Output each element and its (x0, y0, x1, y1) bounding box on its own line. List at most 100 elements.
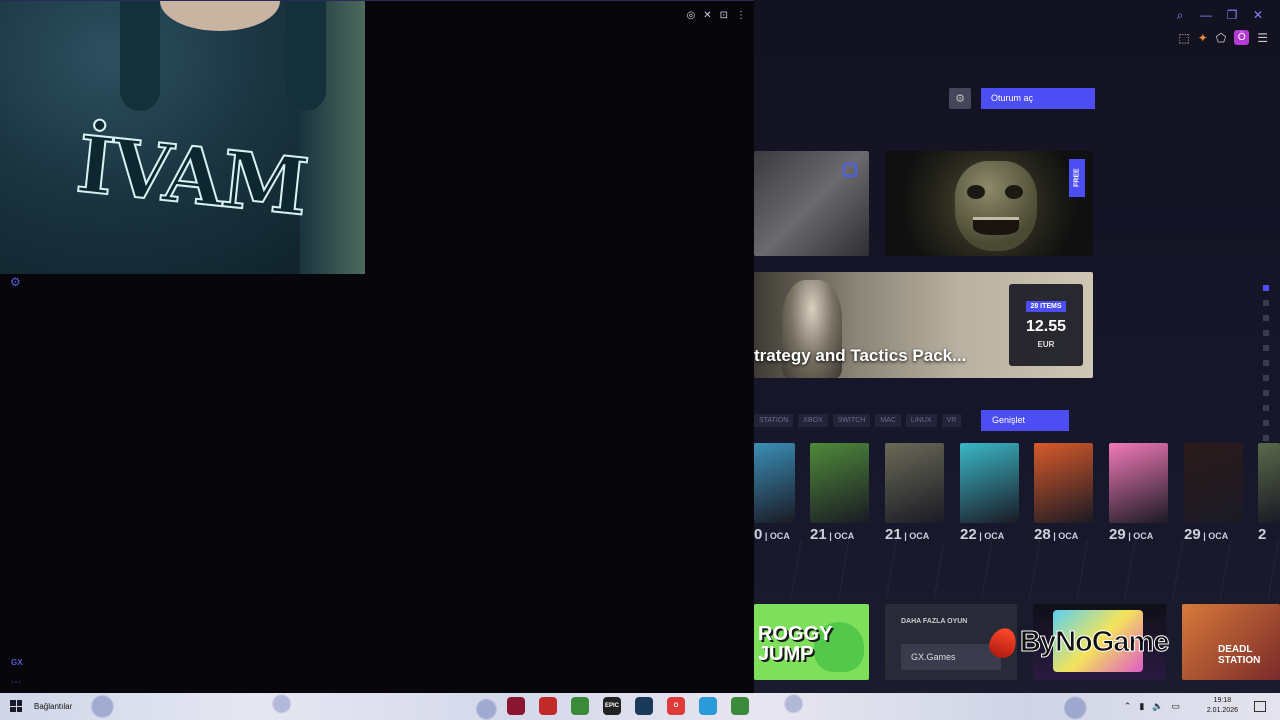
bundle-currency: EUR (1037, 340, 1055, 349)
minimize-icon[interactable]: — (1198, 8, 1214, 23)
display-icon[interactable]: ▭ (1171, 701, 1180, 712)
chrome-2-icon[interactable] (731, 697, 749, 715)
links-toolbar[interactable]: Bağlantılar (34, 702, 72, 711)
indicator-dot[interactable] (1263, 375, 1269, 381)
stream-overlay-panel: İVAM ◎ ✕ ⊡ ⋮ ⚙ GX ⋯ (0, 0, 754, 693)
watermark: ByNoGame (985, 623, 1170, 662)
release-cover (810, 443, 869, 523)
expand-button[interactable]: Genişlet (981, 410, 1069, 431)
desktop: { "browser": { "window_controls": ["⌕", … (0, 0, 1280, 720)
indicator-dot[interactable] (1263, 300, 1269, 306)
close-icon[interactable]: ✕ (1250, 8, 1266, 23)
release-date: 29 | OCA (1184, 526, 1244, 543)
target-icon[interactable]: ◎ (686, 10, 695, 21)
filter-switch[interactable]: SWITCH (832, 414, 871, 427)
background-grid (754, 540, 1280, 600)
gx-games-button[interactable]: GX.Games (901, 644, 1001, 670)
snapshot-icon[interactable]: ⬚ (1178, 31, 1189, 45)
release-day: 29 (1184, 526, 1201, 543)
window-controls: ⌕ — ❐ ✕ (1172, 8, 1266, 23)
filter-playstation[interactable]: STATION (754, 414, 794, 427)
settings-button[interactable]: ⚙ (949, 88, 971, 109)
app-2-icon[interactable] (539, 697, 557, 715)
release-date: 21 | OCA (810, 526, 870, 543)
more-icon[interactable]: ⋮ (736, 10, 746, 21)
windows-start-icon[interactable] (10, 700, 22, 712)
release-day: 21 (810, 526, 827, 543)
indicator-dot[interactable] (1263, 390, 1269, 396)
chrome-icon[interactable] (571, 697, 589, 715)
release-day: 28 (1034, 526, 1051, 543)
login-button[interactable]: Oturum aç (981, 88, 1095, 109)
indicator-dot[interactable] (1263, 435, 1269, 441)
frog-title: ROGGY JUMP (758, 623, 833, 665)
hood-left (120, 1, 160, 111)
release-item[interactable]: 2 (1258, 443, 1280, 543)
clock[interactable]: 19:18 2.01.2026 (1207, 696, 1238, 716)
release-item[interactable]: 0 | OCA (754, 443, 795, 543)
gear-icon[interactable]: ⚙ (10, 275, 21, 289)
game-tile-deadlock[interactable]: DEADL STATION (1182, 604, 1280, 680)
bundle-card[interactable]: trategy and Tactics Pack... 28 ITEMS 12.… (754, 272, 1093, 378)
webcam-feed: İVAM (0, 1, 365, 274)
indicator-dot[interactable] (1263, 360, 1269, 366)
indicator-dot[interactable] (1263, 315, 1269, 321)
release-item[interactable]: 21 | OCA (885, 443, 945, 543)
puzzle-icon[interactable]: ⬠ (1216, 31, 1226, 45)
platform-filters: STATION XBOX SWITCH MAC LINUX VR (754, 414, 962, 427)
more-dots-icon[interactable]: ⋯ (11, 677, 21, 688)
close-icon[interactable]: ✕ (703, 10, 711, 21)
bundle-title: trategy and Tactics Pack... (754, 346, 967, 365)
search-icon[interactable]: ⌕ (1172, 8, 1188, 23)
restore-icon[interactable]: ❐ (1224, 8, 1240, 23)
game-tile-froggy[interactable]: ROGGY JUMP (754, 604, 869, 680)
flame-logo-icon (985, 623, 1021, 662)
eye-right (1005, 185, 1023, 199)
filter-xbox[interactable]: XBOX (798, 414, 828, 427)
filter-linux[interactable]: LINUX (905, 414, 937, 427)
release-item[interactable]: 22 | OCA (960, 443, 1020, 543)
notification-icon[interactable] (1254, 701, 1266, 712)
release-item[interactable]: 29 | OCA (1184, 443, 1244, 543)
filter-mac[interactable]: MAC (875, 414, 901, 427)
pinned-apps: EPIC O (507, 697, 749, 715)
release-item[interactable]: 29 | OCA (1109, 443, 1169, 543)
indicator-dot[interactable] (1263, 330, 1269, 336)
release-month: OCA (1133, 531, 1154, 541)
opera-icon[interactable]: O (667, 697, 685, 715)
steam-icon[interactable] (635, 697, 653, 715)
pin-icon[interactable]: ⊡ (720, 10, 728, 21)
featured-game-free[interactable]: FREE (885, 151, 1093, 256)
release-item[interactable]: 21 | OCA (810, 443, 870, 543)
extension-icon[interactable]: ✦ (1198, 31, 1208, 45)
opera-gx-icon[interactable] (507, 697, 525, 715)
telegram-icon[interactable] (699, 697, 717, 715)
release-date: 29 | OCA (1109, 526, 1169, 543)
release-month: OCA (1208, 531, 1229, 541)
filter-vr[interactable]: VR (941, 414, 962, 427)
release-day: 2 (1258, 526, 1267, 543)
shirt-print: İVAM (71, 118, 311, 235)
indicator-dot[interactable] (1263, 285, 1269, 291)
eye-left (967, 185, 985, 199)
featured-game-anime[interactable] (754, 151, 869, 256)
release-item[interactable]: 28 | OCA (1034, 443, 1094, 543)
browser-toolbar: ⬚ ✦ ⬠ Ö ☰ (1178, 30, 1268, 45)
chevron-up-icon[interactable]: ⌃ (1124, 701, 1132, 712)
indicator-dot[interactable] (1263, 420, 1269, 426)
profile-avatar[interactable]: Ö (1234, 30, 1250, 45)
epic-icon[interactable]: EPIC (603, 697, 621, 715)
volume-icon[interactable]: 🔈 (1152, 701, 1163, 712)
release-date: 21 | OCA (885, 526, 945, 543)
menu-icon[interactable]: ☰ (1257, 31, 1268, 45)
release-month: OCA (834, 531, 855, 541)
release-day: 21 (885, 526, 902, 543)
battery-icon[interactable]: ▮ (1139, 701, 1144, 712)
indicator-dot[interactable] (1263, 405, 1269, 411)
release-cover (1109, 443, 1168, 523)
indicator-dot[interactable] (1263, 345, 1269, 351)
release-date: 2 (1258, 526, 1280, 543)
creature-art (955, 161, 1037, 251)
release-month: OCA (909, 531, 930, 541)
gx-label[interactable]: GX (11, 658, 23, 667)
